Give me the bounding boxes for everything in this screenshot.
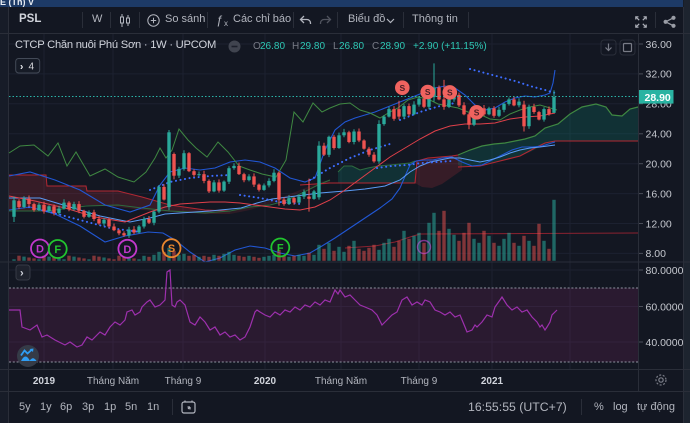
- svg-text:D: D: [123, 244, 131, 256]
- svg-text:›: ›: [20, 268, 24, 280]
- svg-text:8.00: 8.00: [646, 248, 667, 260]
- svg-text:28.90: 28.90: [645, 92, 671, 104]
- svg-text:2021: 2021: [481, 376, 504, 387]
- svg-text:›: ›: [20, 62, 23, 73]
- svg-text:12.00: 12.00: [646, 218, 672, 230]
- svg-text:F: F: [277, 243, 284, 255]
- svg-text:80.0000: 80.0000: [646, 265, 684, 277]
- svg-text:24.00: 24.00: [646, 129, 672, 141]
- svg-text:F: F: [54, 244, 61, 256]
- svg-text:S: S: [447, 88, 453, 98]
- svg-text:4: 4: [29, 62, 35, 73]
- svg-text:S: S: [399, 83, 405, 93]
- svg-text:2020: 2020: [254, 376, 277, 387]
- svg-text:16.00: 16.00: [646, 188, 672, 200]
- svg-text:D: D: [36, 244, 44, 256]
- svg-text:E (Th) V: E (Th) V: [0, 0, 34, 7]
- svg-text:Tháng Năm: Tháng Năm: [315, 376, 367, 387]
- svg-text:S: S: [474, 108, 480, 118]
- svg-text:40.0000: 40.0000: [646, 337, 684, 349]
- svg-text:Tháng 9: Tháng 9: [165, 376, 202, 387]
- svg-text:32.00: 32.00: [646, 69, 672, 81]
- svg-text:Tháng Năm: Tháng Năm: [87, 376, 139, 387]
- svg-text:20.00: 20.00: [646, 159, 672, 171]
- svg-text:S: S: [168, 243, 175, 255]
- svg-text:S: S: [425, 87, 431, 97]
- svg-text:2019: 2019: [33, 376, 56, 387]
- svg-text:60.0000: 60.0000: [646, 301, 684, 313]
- svg-text:Tháng 9: Tháng 9: [401, 376, 438, 387]
